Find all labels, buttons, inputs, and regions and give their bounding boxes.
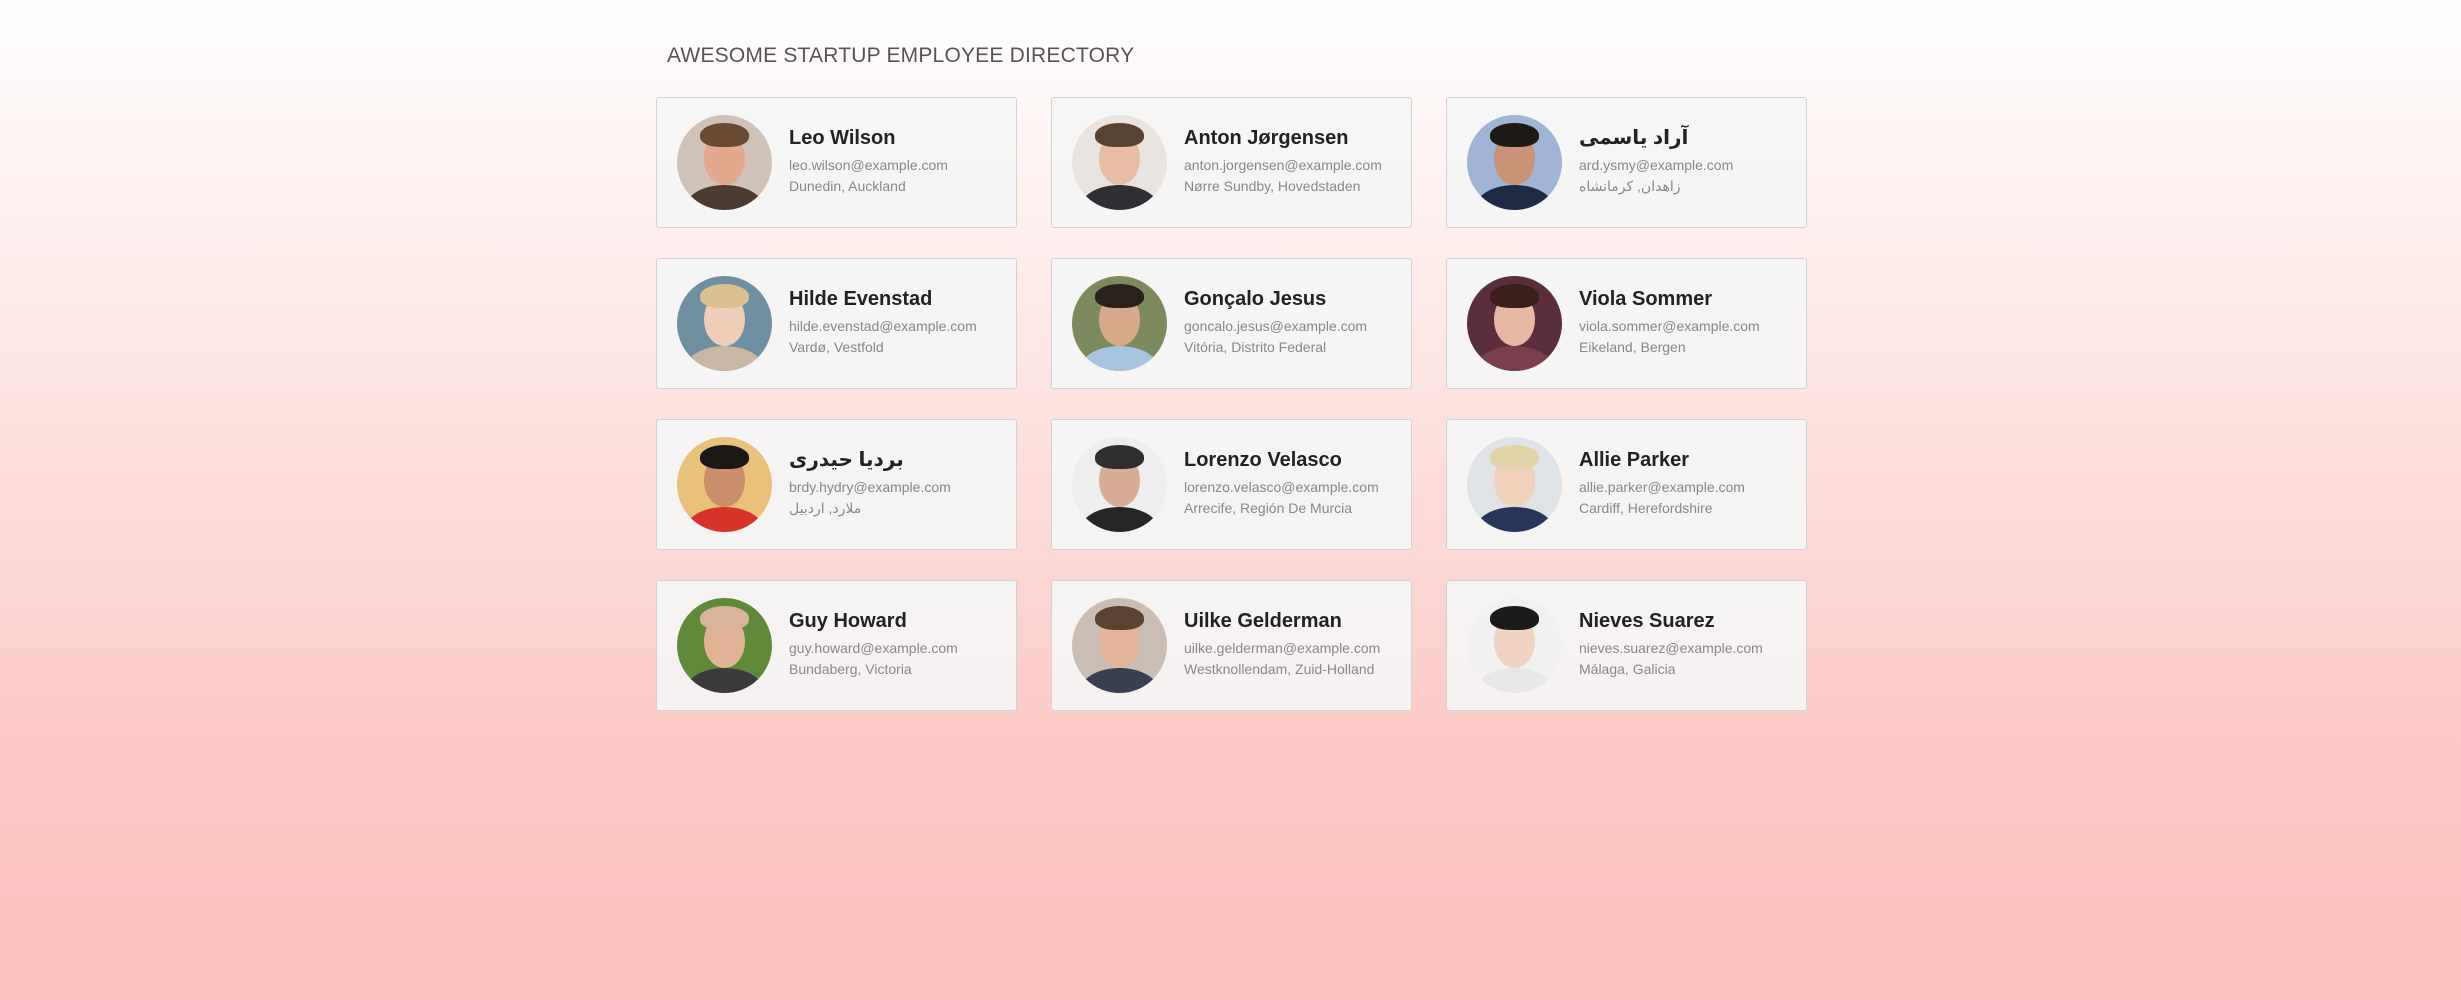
employee-email: lorenzo.velasco@example.com [1184, 478, 1379, 495]
employee-location: Vardø, Vestfold [789, 338, 884, 355]
avatar [1467, 437, 1562, 532]
employee-email: viola.sommer@example.com [1579, 317, 1760, 334]
employee-location: Vitória, Distrito Federal [1184, 338, 1327, 355]
employee-name: Anton Jørgensen [1184, 126, 1349, 149]
employee-email: leo.wilson@example.com [789, 156, 948, 173]
employee-location: Dunedin, Auckland [789, 177, 906, 194]
employee-name: Nieves Suarez [1579, 609, 1715, 632]
employee-name: Hilde Evenstad [789, 287, 933, 310]
avatar [1467, 276, 1562, 371]
employee-name: Leo Wilson [789, 126, 896, 149]
employee-email: goncalo.jesus@example.com [1184, 317, 1368, 334]
employee-email: nieves.suarez@example.com [1579, 639, 1763, 656]
employee-location: Eikeland, Bergen [1579, 338, 1686, 355]
avatar [1072, 115, 1167, 210]
employee-name: Viola Sommer [1579, 287, 1713, 310]
employee-email: allie.parker@example.com [1579, 478, 1745, 495]
employee-email: uilke.gelderman@example.com [1184, 639, 1381, 656]
employee-name: Allie Parker [1579, 448, 1690, 471]
avatar [1467, 598, 1562, 693]
avatar [677, 115, 772, 210]
employee-name: Uilke Gelderman [1184, 609, 1342, 632]
employee-location: ملارد, اردبیل [789, 500, 862, 516]
employee-name: Gonçalo Jesus [1184, 287, 1327, 310]
employee-location: Málaga, Galicia [1579, 660, 1676, 677]
avatar [1072, 437, 1167, 532]
employee-card[interactable]: Allie Parker allie.parker@example.com Ca… [1446, 419, 1807, 550]
employee-card[interactable]: Lorenzo Velasco lorenzo.velasco@example.… [1051, 419, 1412, 550]
employee-name: آراد یاسمی [1579, 127, 1689, 149]
employee-card[interactable]: بردیا حیدری brdy.hydry@example.com ملارد… [656, 419, 1017, 550]
avatar [1072, 276, 1167, 371]
avatar [677, 598, 772, 693]
employee-email: ard.ysmy@example.com [1579, 157, 1734, 173]
employee-card[interactable]: Guy Howard guy.howard@example.com Bundab… [656, 580, 1017, 711]
avatar [677, 437, 772, 532]
employee-card[interactable]: Gonçalo Jesus goncalo.jesus@example.com … [1051, 258, 1412, 389]
employee-card[interactable]: Hilde Evenstad hilde.evenstad@example.co… [656, 258, 1017, 389]
employee-location: Cardiff, Herefordshire [1579, 499, 1713, 516]
employee-location: Arrecife, Región De Murcia [1184, 499, 1353, 516]
employee-card[interactable]: Nieves Suarez nieves.suarez@example.com … [1446, 580, 1807, 711]
avatar [1072, 598, 1167, 693]
employee-location: Bundaberg, Victoria [789, 660, 912, 677]
employee-card[interactable]: Anton Jørgensen anton.jorgensen@example.… [1051, 97, 1412, 228]
employee-email: brdy.hydry@example.com [789, 479, 951, 495]
employee-name: Guy Howard [789, 609, 907, 632]
employee-name: Lorenzo Velasco [1184, 448, 1342, 471]
employee-email: anton.jorgensen@example.com [1184, 156, 1382, 173]
employee-location: زاهدان, کرمانشاه [1579, 178, 1681, 194]
employee-grid: Leo Wilson leo.wilson@example.com Dunedi… [656, 97, 1808, 711]
employee-name: بردیا حیدری [789, 449, 904, 471]
employee-location: Westknollendam, Zuid-Holland [1184, 660, 1375, 677]
avatar [1467, 115, 1562, 210]
employee-email: hilde.evenstad@example.com [789, 317, 977, 334]
avatar [677, 276, 772, 371]
employee-card[interactable]: آراد یاسمی ard.ysmy@example.com زاهدان, … [1446, 97, 1807, 228]
employee-location: Nørre Sundby, Hovedstaden [1184, 177, 1361, 194]
employee-card[interactable]: Uilke Gelderman uilke.gelderman@example.… [1051, 580, 1412, 711]
employee-card[interactable]: Viola Sommer viola.sommer@example.com Ei… [1446, 258, 1807, 389]
employee-email: guy.howard@example.com [789, 639, 958, 656]
employee-card[interactable]: Leo Wilson leo.wilson@example.com Dunedi… [656, 97, 1017, 228]
page-title: AWESOME STARTUP EMPLOYEE DIRECTORY [667, 44, 1135, 67]
